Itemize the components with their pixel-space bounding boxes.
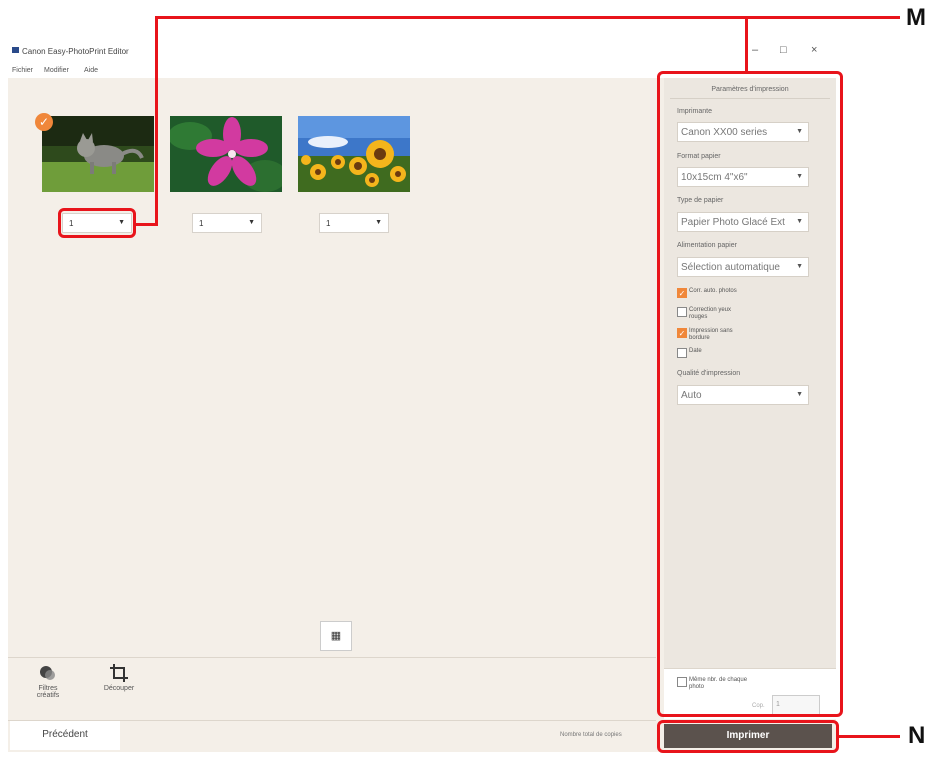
filters-icon (40, 666, 55, 680)
callout-line (745, 16, 748, 72)
close-button[interactable]: × (811, 44, 817, 56)
callout-line (134, 223, 156, 226)
menu-file[interactable]: Fichier (12, 67, 33, 74)
selected-check-icon: ✓ (35, 113, 53, 131)
callout-line (155, 16, 158, 226)
crop-icon (110, 664, 128, 682)
callout-box-panel (657, 71, 843, 717)
menu-edit[interactable]: Modifier (44, 67, 69, 74)
copies-select-photo-2[interactable]: 1 ▼ (192, 213, 262, 233)
previous-button[interactable]: Précédent (10, 721, 120, 750)
minimize-button[interactable]: – (752, 44, 758, 56)
creative-filters-button[interactable]: Filtres créatifs (28, 663, 68, 699)
view-toggle-button[interactable]: ▦ (320, 621, 352, 651)
app-title: Canon Easy-PhotoPrint Editor (22, 47, 129, 56)
photo-thumbnail-cat[interactable] (42, 116, 154, 192)
annotation-m: M (906, 4, 926, 31)
maximize-button[interactable]: □ (780, 44, 787, 56)
photo-thumbnail-sunflowers[interactable] (298, 116, 410, 192)
callout-box-print (657, 720, 839, 753)
crop-button[interactable]: Découper (96, 663, 142, 692)
callout-box-copies (58, 208, 136, 238)
app-icon (12, 47, 19, 53)
film-strip-icon: ▦ (330, 630, 342, 642)
photo-thumbnail-flower[interactable] (170, 116, 282, 192)
chevron-down-icon: ▼ (248, 219, 255, 226)
title-bar (8, 40, 836, 66)
chevron-down-icon: ▼ (375, 219, 382, 226)
callout-line (838, 735, 900, 738)
total-copies-label: Nombre total de copies (560, 732, 622, 738)
copies-select-photo-3[interactable]: 1 ▼ (319, 213, 389, 233)
annotation-n: N (908, 722, 926, 749)
callout-line (155, 16, 900, 19)
menu-help[interactable]: Aide (84, 67, 98, 74)
